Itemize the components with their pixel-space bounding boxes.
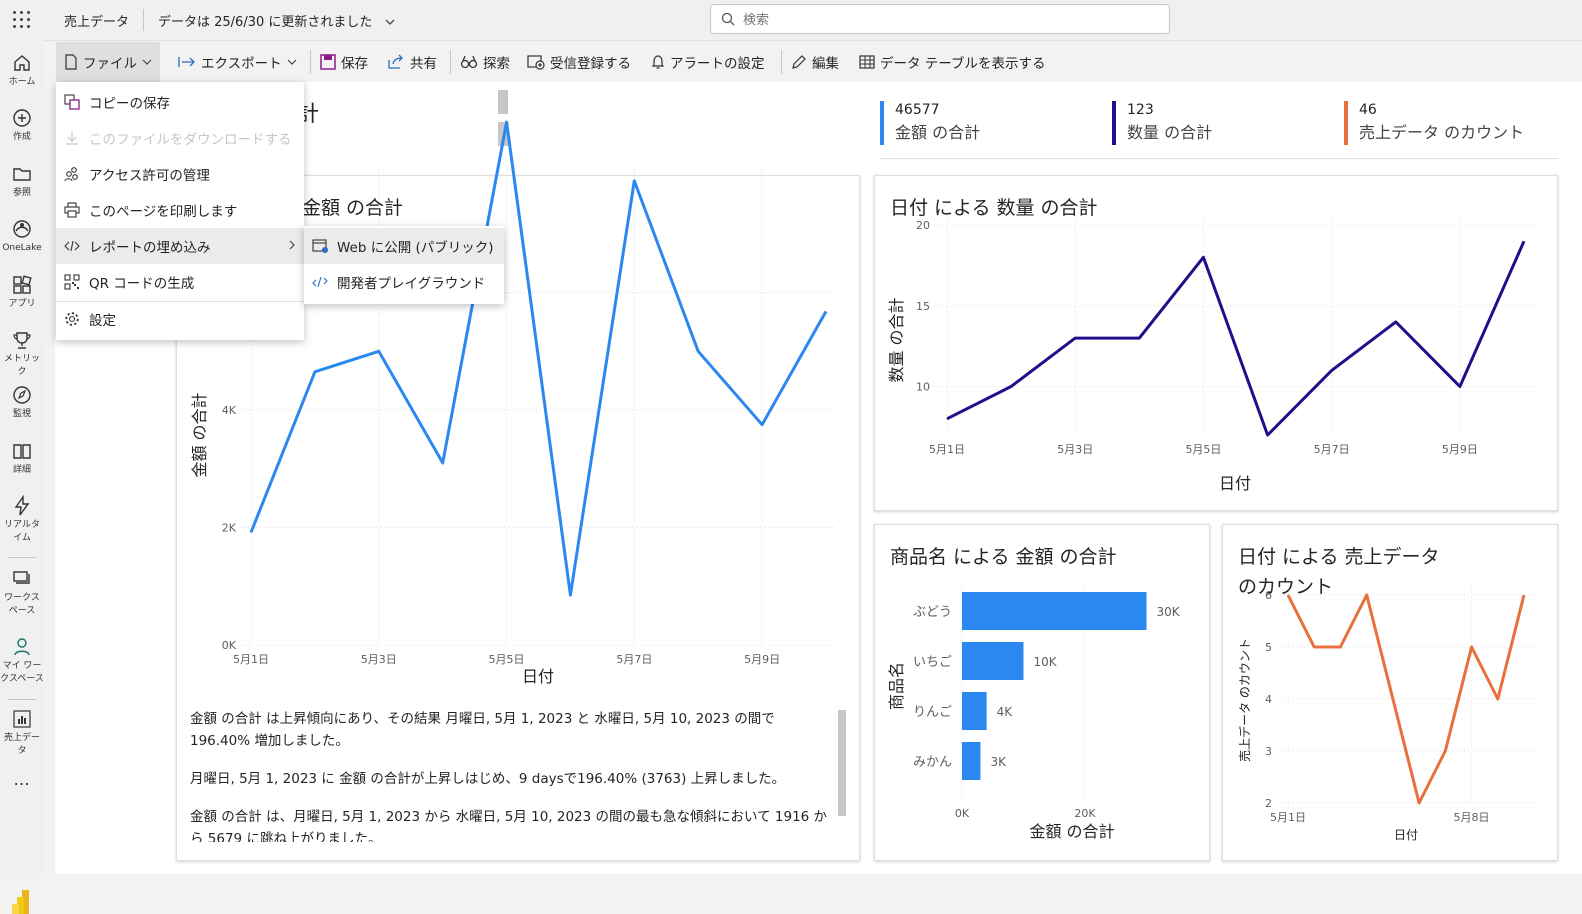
menu-save-copy[interactable]: コピーの保存 [56, 84, 304, 120]
y-tick-label: 2 [1265, 797, 1272, 810]
y-axis-title: 売上データ のカウント [1237, 638, 1252, 762]
gear-icon [64, 311, 80, 327]
menu-print-label: このページを印刷します [89, 204, 238, 220]
menu-download-file: このファイルをダウンロードする [56, 120, 304, 156]
code-icon [64, 238, 80, 254]
qr-code-icon [64, 274, 80, 290]
menu-qr-label: QR コードの生成 [89, 276, 195, 292]
menu-embed-report[interactable]: レポートの埋め込み [56, 228, 304, 264]
y-tick-label: 3 [1265, 745, 1272, 758]
powerbi-logo-icon [12, 890, 29, 914]
menu-publish-to-web[interactable]: Web に公開 (パブリック) [304, 228, 504, 264]
menu-download-label: このファイルをダウンロードする [89, 132, 292, 148]
x-tick-label: 5月8日 [1454, 811, 1490, 824]
menu-developer-playground[interactable]: 開発者プレイグラウンド [304, 264, 504, 300]
playground-icon [312, 274, 328, 290]
menu-access-label: アクセス許可の管理 [89, 168, 210, 184]
people-icon [64, 166, 80, 182]
y-tick-label: 5 [1265, 641, 1272, 654]
menu-save-copy-label: コピーの保存 [89, 96, 170, 112]
x-tick-label: 5月1日 [1270, 811, 1306, 824]
menu-embed-label: レポートの埋め込み [89, 240, 211, 256]
menu-publish-web-label: Web に公開 (パブリック) [337, 240, 494, 256]
menu-settings-label: 設定 [89, 313, 116, 329]
printer-icon [64, 202, 80, 218]
copy-icon [64, 94, 80, 110]
menu-settings[interactable]: 設定 [56, 301, 304, 337]
chevron-right-icon [289, 240, 295, 250]
menu-manage-permissions[interactable]: アクセス許可の管理 [56, 156, 304, 192]
publish-web-icon [312, 238, 328, 254]
y-tick-label: 4 [1265, 693, 1272, 706]
menu-generate-qr[interactable]: QR コードの生成 [56, 264, 304, 300]
menu-playground-label: 開発者プレイグラウンド [337, 276, 486, 292]
download-icon [64, 130, 80, 146]
file-dropdown-menu: コピーの保存 このファイルをダウンロードする アクセス許可の管理 このページを印… [56, 82, 304, 340]
menu-print-page[interactable]: このページを印刷します [56, 192, 304, 228]
embed-submenu: Web に公開 (パブリック) 開発者プレイグラウンド [304, 226, 504, 304]
y-tick-label: 6 [1265, 589, 1272, 602]
x-axis-title: 日付 [1394, 828, 1418, 842]
